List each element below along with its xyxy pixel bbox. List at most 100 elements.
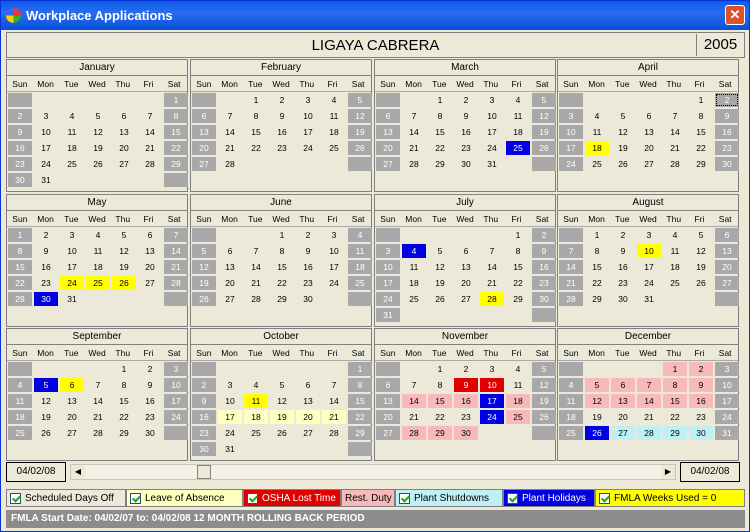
- day-cell[interactable]: 22: [585, 276, 609, 290]
- day-cell[interactable]: 19: [611, 141, 635, 155]
- day-cell[interactable]: 18: [348, 260, 372, 274]
- day-cell[interactable]: 23: [454, 141, 478, 155]
- day-cell[interactable]: 23: [689, 410, 713, 424]
- day-cell[interactable]: 11: [402, 260, 426, 274]
- day-cell[interactable]: 27: [376, 157, 400, 171]
- day-cell[interactable]: 27: [296, 426, 320, 440]
- day-cell[interactable]: 13: [296, 394, 320, 408]
- day-cell[interactable]: 9: [454, 378, 478, 392]
- day-cell[interactable]: 9: [138, 378, 162, 392]
- day-cell[interactable]: 10: [296, 109, 320, 123]
- day-cell[interactable]: 18: [585, 141, 609, 155]
- day-cell[interactable]: 29: [663, 426, 687, 440]
- day-cell[interactable]: 28: [402, 157, 426, 171]
- day-cell[interactable]: 12: [611, 125, 635, 139]
- day-cell[interactable]: 9: [34, 244, 58, 258]
- day-cell[interactable]: 26: [348, 141, 372, 155]
- day-cell[interactable]: 20: [637, 141, 661, 155]
- day-cell[interactable]: 18: [506, 394, 530, 408]
- day-cell[interactable]: 25: [585, 157, 609, 171]
- day-cell[interactable]: 23: [532, 276, 556, 290]
- day-cell[interactable]: 6: [296, 378, 320, 392]
- day-cell[interactable]: 25: [348, 276, 372, 290]
- day-cell[interactable]: 1: [244, 93, 268, 107]
- day-cell[interactable]: 22: [428, 410, 452, 424]
- day-cell[interactable]: 27: [218, 292, 242, 306]
- day-cell[interactable]: 6: [376, 109, 400, 123]
- day-cell[interactable]: 27: [138, 276, 162, 290]
- day-cell[interactable]: 21: [322, 410, 346, 424]
- day-cell[interactable]: 8: [428, 109, 452, 123]
- day-cell[interactable]: 22: [663, 410, 687, 424]
- day-cell[interactable]: 20: [376, 410, 400, 424]
- day-cell[interactable]: 21: [663, 141, 687, 155]
- day-cell[interactable]: 14: [244, 260, 268, 274]
- day-cell[interactable]: 4: [244, 378, 268, 392]
- day-cell[interactable]: 25: [559, 426, 583, 440]
- day-cell[interactable]: 19: [428, 276, 452, 290]
- day-cell[interactable]: 29: [428, 157, 452, 171]
- day-cell[interactable]: 28: [86, 426, 110, 440]
- day-cell[interactable]: 14: [138, 125, 162, 139]
- title-bar[interactable]: Workplace Applications ✕: [1, 1, 749, 30]
- day-cell[interactable]: 28: [322, 426, 346, 440]
- day-cell[interactable]: 21: [138, 141, 162, 155]
- day-cell[interactable]: 15: [506, 260, 530, 274]
- day-cell[interactable]: 7: [480, 244, 504, 258]
- day-cell[interactable]: 9: [8, 125, 32, 139]
- legend-checkbox[interactable]: [10, 492, 21, 504]
- day-cell[interactable]: 21: [559, 276, 583, 290]
- day-cell[interactable]: 2: [611, 228, 635, 242]
- day-cell[interactable]: 5: [428, 244, 452, 258]
- day-cell[interactable]: 1: [112, 362, 136, 376]
- day-cell[interactable]: 4: [585, 109, 609, 123]
- day-cell[interactable]: 26: [192, 292, 216, 306]
- day-cell[interactable]: 14: [637, 394, 661, 408]
- day-cell[interactable]: 30: [296, 292, 320, 306]
- day-cell[interactable]: 11: [322, 109, 346, 123]
- day-cell[interactable]: 19: [532, 394, 556, 408]
- day-cell[interactable]: 13: [112, 125, 136, 139]
- day-cell[interactable]: 29: [348, 426, 372, 440]
- day-cell[interactable]: 2: [689, 362, 713, 376]
- day-cell[interactable]: 11: [60, 125, 84, 139]
- day-cell[interactable]: 23: [8, 157, 32, 171]
- day-cell[interactable]: 21: [402, 141, 426, 155]
- day-cell[interactable]: 20: [218, 276, 242, 290]
- day-cell[interactable]: 2: [270, 93, 294, 107]
- day-cell[interactable]: 4: [322, 93, 346, 107]
- day-cell[interactable]: 30: [192, 442, 216, 456]
- day-cell[interactable]: 30: [454, 426, 478, 440]
- day-cell[interactable]: 16: [34, 260, 58, 274]
- day-cell[interactable]: 4: [60, 109, 84, 123]
- day-cell[interactable]: 7: [637, 378, 661, 392]
- day-cell[interactable]: 20: [454, 276, 478, 290]
- day-cell[interactable]: 22: [428, 141, 452, 155]
- day-cell[interactable]: 18: [60, 141, 84, 155]
- day-cell[interactable]: 18: [559, 410, 583, 424]
- day-cell[interactable]: 28: [164, 276, 188, 290]
- day-cell[interactable]: 1: [8, 228, 32, 242]
- legend-item[interactable]: Plant Holidays: [503, 489, 595, 507]
- day-cell[interactable]: 16: [611, 260, 635, 274]
- day-cell[interactable]: 19: [112, 260, 136, 274]
- day-cell[interactable]: 21: [637, 410, 661, 424]
- day-cell[interactable]: 21: [218, 141, 242, 155]
- day-cell[interactable]: 5: [270, 378, 294, 392]
- day-cell[interactable]: 20: [112, 141, 136, 155]
- day-cell[interactable]: 2: [192, 378, 216, 392]
- day-cell[interactable]: 17: [376, 276, 400, 290]
- day-cell[interactable]: 29: [689, 157, 713, 171]
- day-cell[interactable]: 2: [715, 93, 739, 107]
- day-cell[interactable]: 4: [559, 378, 583, 392]
- day-cell[interactable]: 6: [218, 244, 242, 258]
- legend-item[interactable]: Scheduled Days Off: [6, 489, 126, 507]
- day-cell[interactable]: 1: [428, 362, 452, 376]
- day-cell[interactable]: 29: [506, 292, 530, 306]
- day-cell[interactable]: 4: [663, 228, 687, 242]
- day-cell[interactable]: 27: [112, 157, 136, 171]
- day-cell[interactable]: 17: [322, 260, 346, 274]
- day-cell[interactable]: 9: [715, 109, 739, 123]
- day-cell[interactable]: 10: [322, 244, 346, 258]
- day-cell[interactable]: 7: [86, 378, 110, 392]
